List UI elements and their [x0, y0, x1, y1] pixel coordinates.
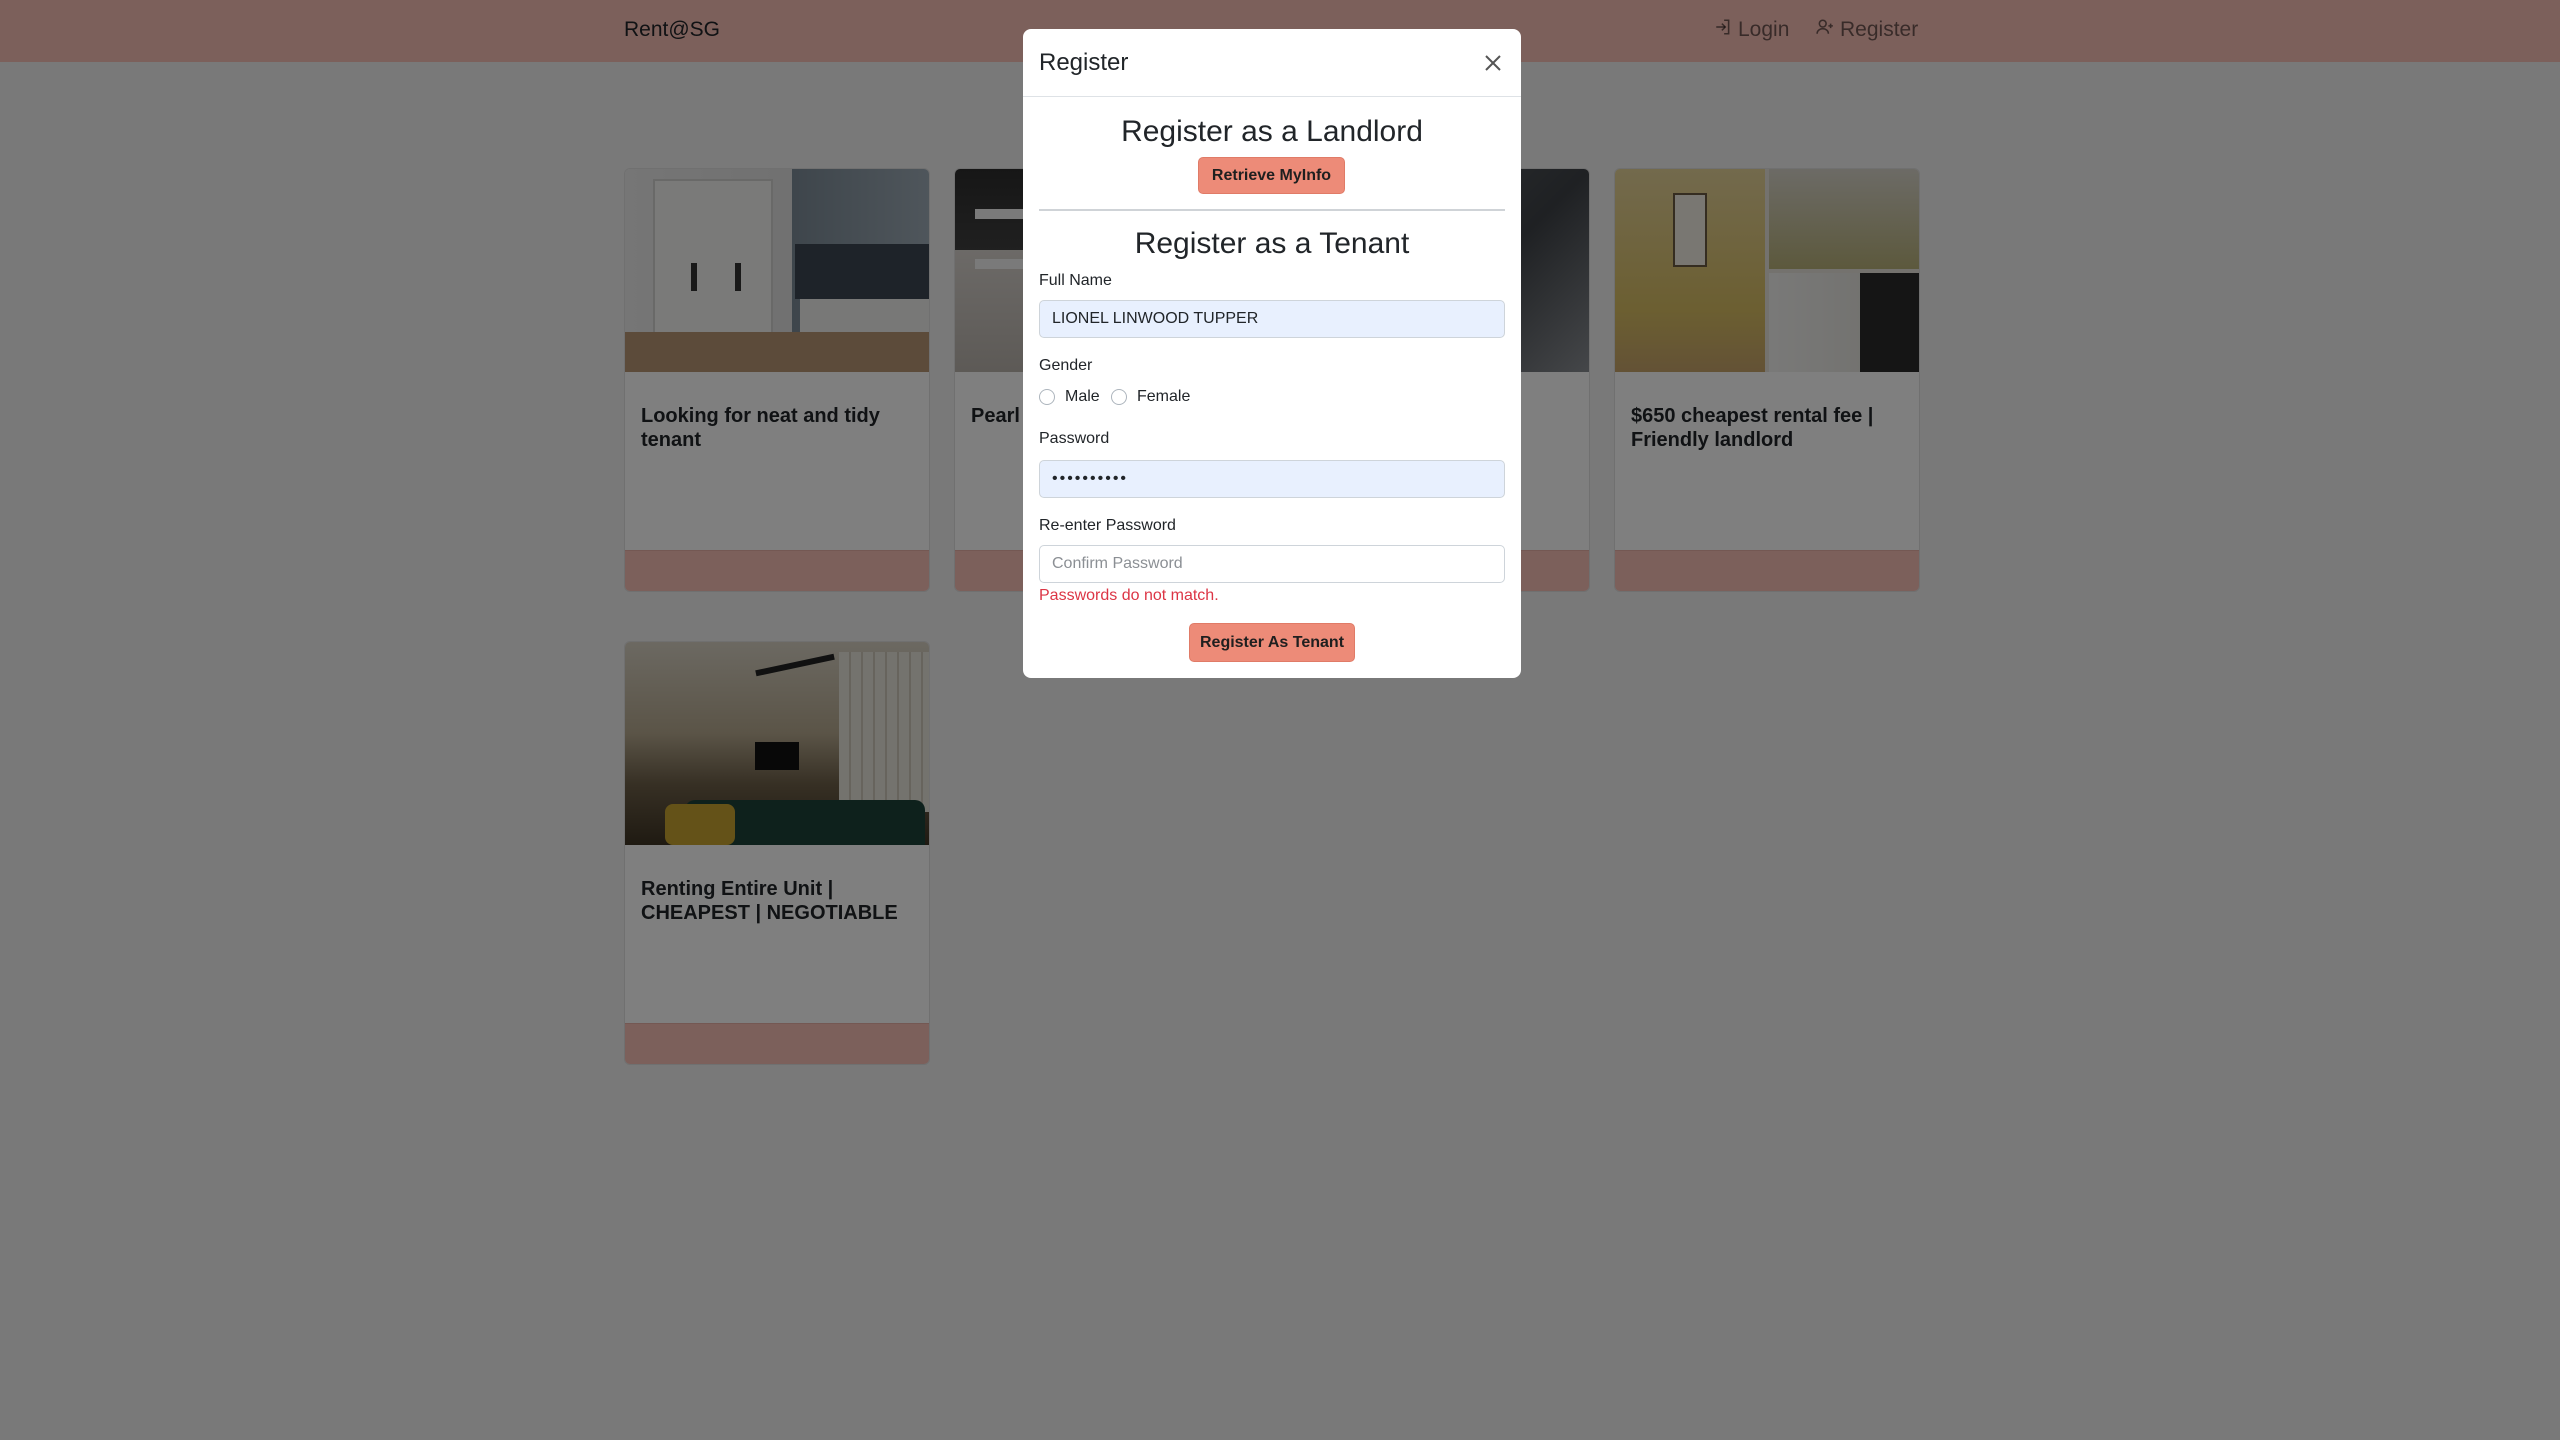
- reenter-password-label: Re-enter Password: [1039, 517, 1176, 534]
- password-label: Password: [1039, 430, 1110, 447]
- gender-radio-female[interactable]: Female: [1111, 388, 1190, 406]
- gender-radio-male[interactable]: Male: [1039, 388, 1100, 406]
- password-mismatch-error: Passwords do not match.: [1039, 587, 1219, 604]
- radio-button[interactable]: [1111, 389, 1127, 405]
- full-name-input[interactable]: LIONEL LINWOOD TUPPER: [1039, 300, 1505, 338]
- modal-header: Register: [1023, 29, 1521, 97]
- retrieve-myinfo-button[interactable]: Retrieve MyInfo: [1198, 157, 1345, 194]
- modal-title: Register: [1039, 49, 1129, 76]
- section-divider: [1039, 209, 1505, 211]
- full-name-label: Full Name: [1039, 272, 1112, 289]
- gender-option-label: Female: [1137, 388, 1191, 405]
- password-input[interactable]: ••••••••••: [1039, 460, 1505, 498]
- gender-option-label: Male: [1065, 388, 1100, 405]
- landlord-heading: Register as a Landlord: [1121, 115, 1423, 148]
- confirm-password-input[interactable]: Confirm Password: [1039, 545, 1505, 583]
- register-as-tenant-button[interactable]: Register As Tenant: [1189, 623, 1355, 662]
- radio-button[interactable]: [1039, 389, 1055, 405]
- tenant-heading: Register as a Tenant: [1134, 227, 1410, 260]
- close-icon[interactable]: [1481, 51, 1505, 75]
- register-modal: Register Register as a Landlord Retrieve…: [1023, 29, 1521, 678]
- gender-label: Gender: [1039, 357, 1093, 374]
